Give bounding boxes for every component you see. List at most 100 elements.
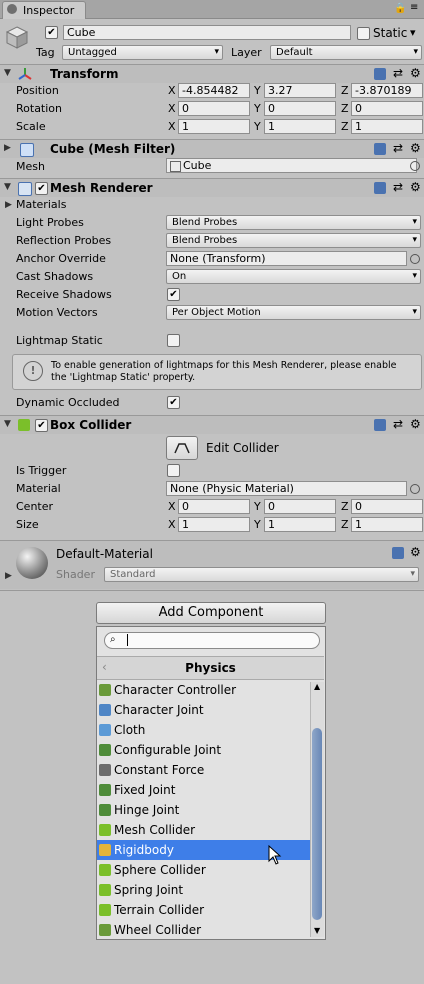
- reflection-probes-dropdown[interactable]: Blend Probes: [166, 233, 421, 248]
- preset-icon[interactable]: ⇄: [393, 66, 403, 80]
- position-z-field[interactable]: -3.870189: [351, 83, 423, 98]
- static-checkbox[interactable]: [357, 27, 370, 40]
- component-item[interactable]: Character Joint: [97, 700, 310, 720]
- rotation-y-field[interactable]: 0: [264, 101, 336, 116]
- component-item[interactable]: Fixed Joint: [97, 780, 310, 800]
- mesh-filter-header[interactable]: ▶ Cube (Mesh Filter) ⇄ ⚙: [0, 139, 424, 158]
- cast-shadows-dropdown[interactable]: On: [166, 269, 421, 284]
- light-probes-dropdown[interactable]: Blend Probes: [166, 215, 421, 230]
- add-component-button[interactable]: Add Component: [96, 602, 326, 624]
- mouse-cursor-icon: [268, 844, 282, 868]
- gear-icon[interactable]: ⚙: [410, 66, 421, 80]
- component-item-label: Rigidbody: [114, 843, 174, 857]
- material-header[interactable]: ▶ Default-Material Shader Standard ⚙: [0, 541, 424, 589]
- lock-icon[interactable]: 🔒: [394, 3, 406, 14]
- character-controller-icon: [99, 684, 111, 696]
- rigidbody-icon: [99, 844, 111, 856]
- size-z-field[interactable]: 1: [351, 517, 423, 532]
- gear-icon[interactable]: ⚙: [410, 417, 421, 431]
- expand-arrow-icon[interactable]: ▶: [5, 571, 12, 581]
- help-icon[interactable]: [392, 547, 404, 559]
- position-label: Position: [16, 84, 59, 97]
- help-icon[interactable]: [374, 68, 386, 80]
- dynamic-occluded-checkbox[interactable]: ✔: [167, 396, 180, 409]
- rotation-z-field[interactable]: 0: [351, 101, 423, 116]
- anchor-override-field[interactable]: None (Transform): [166, 251, 407, 266]
- preset-icon[interactable]: ⇄: [393, 141, 403, 155]
- gear-icon[interactable]: ⚙: [410, 180, 421, 194]
- object-picker-icon[interactable]: [410, 254, 420, 264]
- scroll-up-arrow-icon[interactable]: ▲: [314, 682, 320, 691]
- position-x-field[interactable]: -4.854482: [178, 83, 250, 98]
- help-icon[interactable]: [374, 143, 386, 155]
- center-x-field[interactable]: 0: [178, 499, 250, 514]
- object-picker-icon[interactable]: [410, 161, 420, 171]
- mesh-renderer-header[interactable]: ▼ ✔ Mesh Renderer ⇄ ⚙: [0, 178, 424, 197]
- rotation-x-field[interactable]: 0: [178, 101, 250, 116]
- component-item[interactable]: Cloth: [97, 720, 310, 740]
- scale-x-field[interactable]: 1: [178, 119, 250, 134]
- component-item[interactable]: Wheel Collider: [97, 920, 310, 940]
- preset-icon[interactable]: ⇄: [393, 417, 403, 431]
- position-y-field[interactable]: 3.27: [264, 83, 336, 98]
- collapse-arrow-icon[interactable]: ▼: [4, 182, 11, 192]
- component-item[interactable]: Terrain Collider: [97, 900, 310, 920]
- mesh-filter-icon: [20, 143, 34, 157]
- tab-menu-icon[interactable]: ≡: [410, 2, 418, 13]
- component-item[interactable]: Constant Force: [97, 760, 310, 780]
- object-active-checkbox[interactable]: ✔: [45, 26, 58, 39]
- box-collider-icon: [18, 419, 30, 431]
- size-y-field[interactable]: 1: [264, 517, 336, 532]
- size-x-field[interactable]: 1: [178, 517, 250, 532]
- shader-dropdown[interactable]: Standard: [104, 567, 419, 582]
- box-collider-enabled-checkbox[interactable]: ✔: [35, 419, 48, 432]
- component-item[interactable]: Configurable Joint: [97, 740, 310, 760]
- collapse-arrow-icon[interactable]: ▼: [4, 68, 11, 78]
- scrollbar-thumb[interactable]: [312, 728, 322, 920]
- tag-dropdown[interactable]: Untagged: [62, 45, 223, 60]
- component-item-label: Sphere Collider: [114, 863, 206, 877]
- scale-y-field[interactable]: 1: [264, 119, 336, 134]
- help-icon[interactable]: [374, 419, 386, 431]
- component-item[interactable]: Character Controller: [97, 680, 310, 700]
- lightmap-static-checkbox[interactable]: [167, 334, 180, 347]
- collapse-arrow-icon[interactable]: ▶: [4, 143, 11, 153]
- materials-label[interactable]: Materials: [16, 198, 66, 211]
- category-header: ‹ Physics: [97, 656, 324, 680]
- collapse-arrow-icon[interactable]: ▼: [4, 419, 11, 429]
- collider-material-field[interactable]: None (Physic Material): [166, 481, 407, 496]
- scroll-down-arrow-icon[interactable]: ▼: [314, 926, 320, 935]
- center-y-field[interactable]: 0: [264, 499, 336, 514]
- box-collider-header[interactable]: ▼ ✔ Box Collider ⇄ ⚙: [0, 415, 424, 434]
- edit-collider-button[interactable]: [166, 436, 198, 460]
- box-collider-title: Box Collider: [50, 418, 132, 432]
- mesh-field[interactable]: Cube: [166, 158, 417, 173]
- tab-inspector[interactable]: Inspector: [2, 1, 86, 19]
- object-name-field[interactable]: Cube: [63, 25, 351, 40]
- is-trigger-checkbox[interactable]: [167, 464, 180, 477]
- transform-header[interactable]: ▼ Transform ⇄ ⚙: [0, 64, 424, 83]
- component-item-label: Character Joint: [114, 703, 204, 717]
- component-search-input[interactable]: ⌕: [104, 632, 320, 649]
- receive-shadows-checkbox[interactable]: ✔: [167, 288, 180, 301]
- materials-expand-icon[interactable]: ▶: [5, 200, 12, 210]
- axis-z-label: Z: [341, 518, 349, 531]
- center-z-field[interactable]: 0: [351, 499, 423, 514]
- component-item[interactable]: Hinge Joint: [97, 800, 310, 820]
- is-trigger-label: Is Trigger: [16, 464, 67, 477]
- help-icon[interactable]: [374, 182, 386, 194]
- scale-z-field[interactable]: 1: [351, 119, 423, 134]
- anchor-override-label: Anchor Override: [16, 252, 106, 265]
- layer-dropdown[interactable]: Default: [270, 45, 422, 60]
- component-item-label: Character Controller: [114, 683, 237, 697]
- spring-joint-icon: [99, 884, 111, 896]
- gear-icon[interactable]: ⚙: [410, 141, 421, 155]
- gear-icon[interactable]: ⚙: [410, 545, 421, 559]
- component-item[interactable]: Spring Joint: [97, 880, 310, 900]
- motion-vectors-dropdown[interactable]: Per Object Motion: [166, 305, 421, 320]
- static-dropdown-arrow-icon[interactable]: ▾: [410, 26, 416, 39]
- object-picker-icon[interactable]: [410, 484, 420, 494]
- preset-icon[interactable]: ⇄: [393, 180, 403, 194]
- component-item[interactable]: Mesh Collider: [97, 820, 310, 840]
- mesh-renderer-enabled-checkbox[interactable]: ✔: [35, 182, 48, 195]
